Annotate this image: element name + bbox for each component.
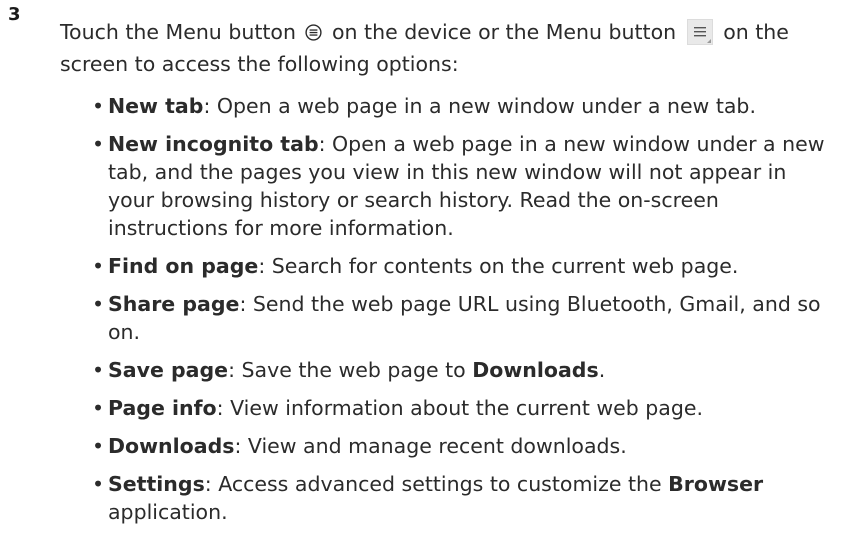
option-term: Save page <box>108 358 229 382</box>
bullet: • <box>92 132 105 156</box>
option-desc: : Open a web page in a new window under … <box>203 94 756 118</box>
bullet: • <box>92 292 105 316</box>
option-term: Settings <box>108 472 205 496</box>
bullet: • <box>92 94 105 118</box>
option-term: Page info <box>108 396 217 420</box>
option-desc: : Access advanced settings to customize … <box>204 472 669 496</box>
option-desc: : Search for contents on the current web… <box>258 254 739 278</box>
browser-menu-options-list: • New tab: Open a web page in a new windo… <box>92 92 827 526</box>
bullet: • <box>92 358 105 382</box>
option-share-page: • Share page: Send the web page URL using… <box>92 290 827 346</box>
option-term: New tab <box>108 94 204 118</box>
step-intro: Touch the Menu button on the device or t… <box>60 16 830 80</box>
option-desc-after: application. <box>108 500 228 524</box>
option-term: Downloads <box>108 434 235 458</box>
bullet: • <box>92 434 105 458</box>
option-desc-after: . <box>598 358 606 382</box>
menu-hardware-icon <box>305 18 323 41</box>
step-number: 3 <box>8 4 21 25</box>
option-find-on-page: • Find on page: Search for contents on th… <box>92 252 827 280</box>
intro-text-2: on the device or the Menu button <box>332 20 677 44</box>
option-desc-strong: Browser <box>668 472 764 496</box>
intro-text-1: Touch the Menu button <box>60 20 296 44</box>
option-desc: : Save the web page to <box>228 358 473 382</box>
option-term: New incognito tab <box>108 132 319 156</box>
option-term: Find on page <box>108 254 259 278</box>
option-desc: : View and manage recent downloads. <box>234 434 627 458</box>
option-page-info: • Page info: View information about the c… <box>92 394 827 422</box>
option-desc: : View information about the current web… <box>216 396 703 420</box>
option-settings: • Settings: Access advanced settings to c… <box>92 470 827 526</box>
option-new-incognito-tab: • New incognito tab: Open a web page in a… <box>92 130 827 242</box>
option-new-tab: • New tab: Open a web page in a new windo… <box>92 92 827 120</box>
bullet: • <box>92 254 105 278</box>
bullet: • <box>92 472 105 496</box>
option-term: Share page <box>108 292 240 316</box>
bullet: • <box>92 396 105 420</box>
option-downloads: • Downloads: View and manage recent downl… <box>92 432 827 460</box>
menu-onscreen-icon <box>686 19 713 45</box>
option-desc-strong: Downloads <box>472 358 599 382</box>
option-save-page: • Save page: Save the web page to Downloa… <box>92 356 827 384</box>
